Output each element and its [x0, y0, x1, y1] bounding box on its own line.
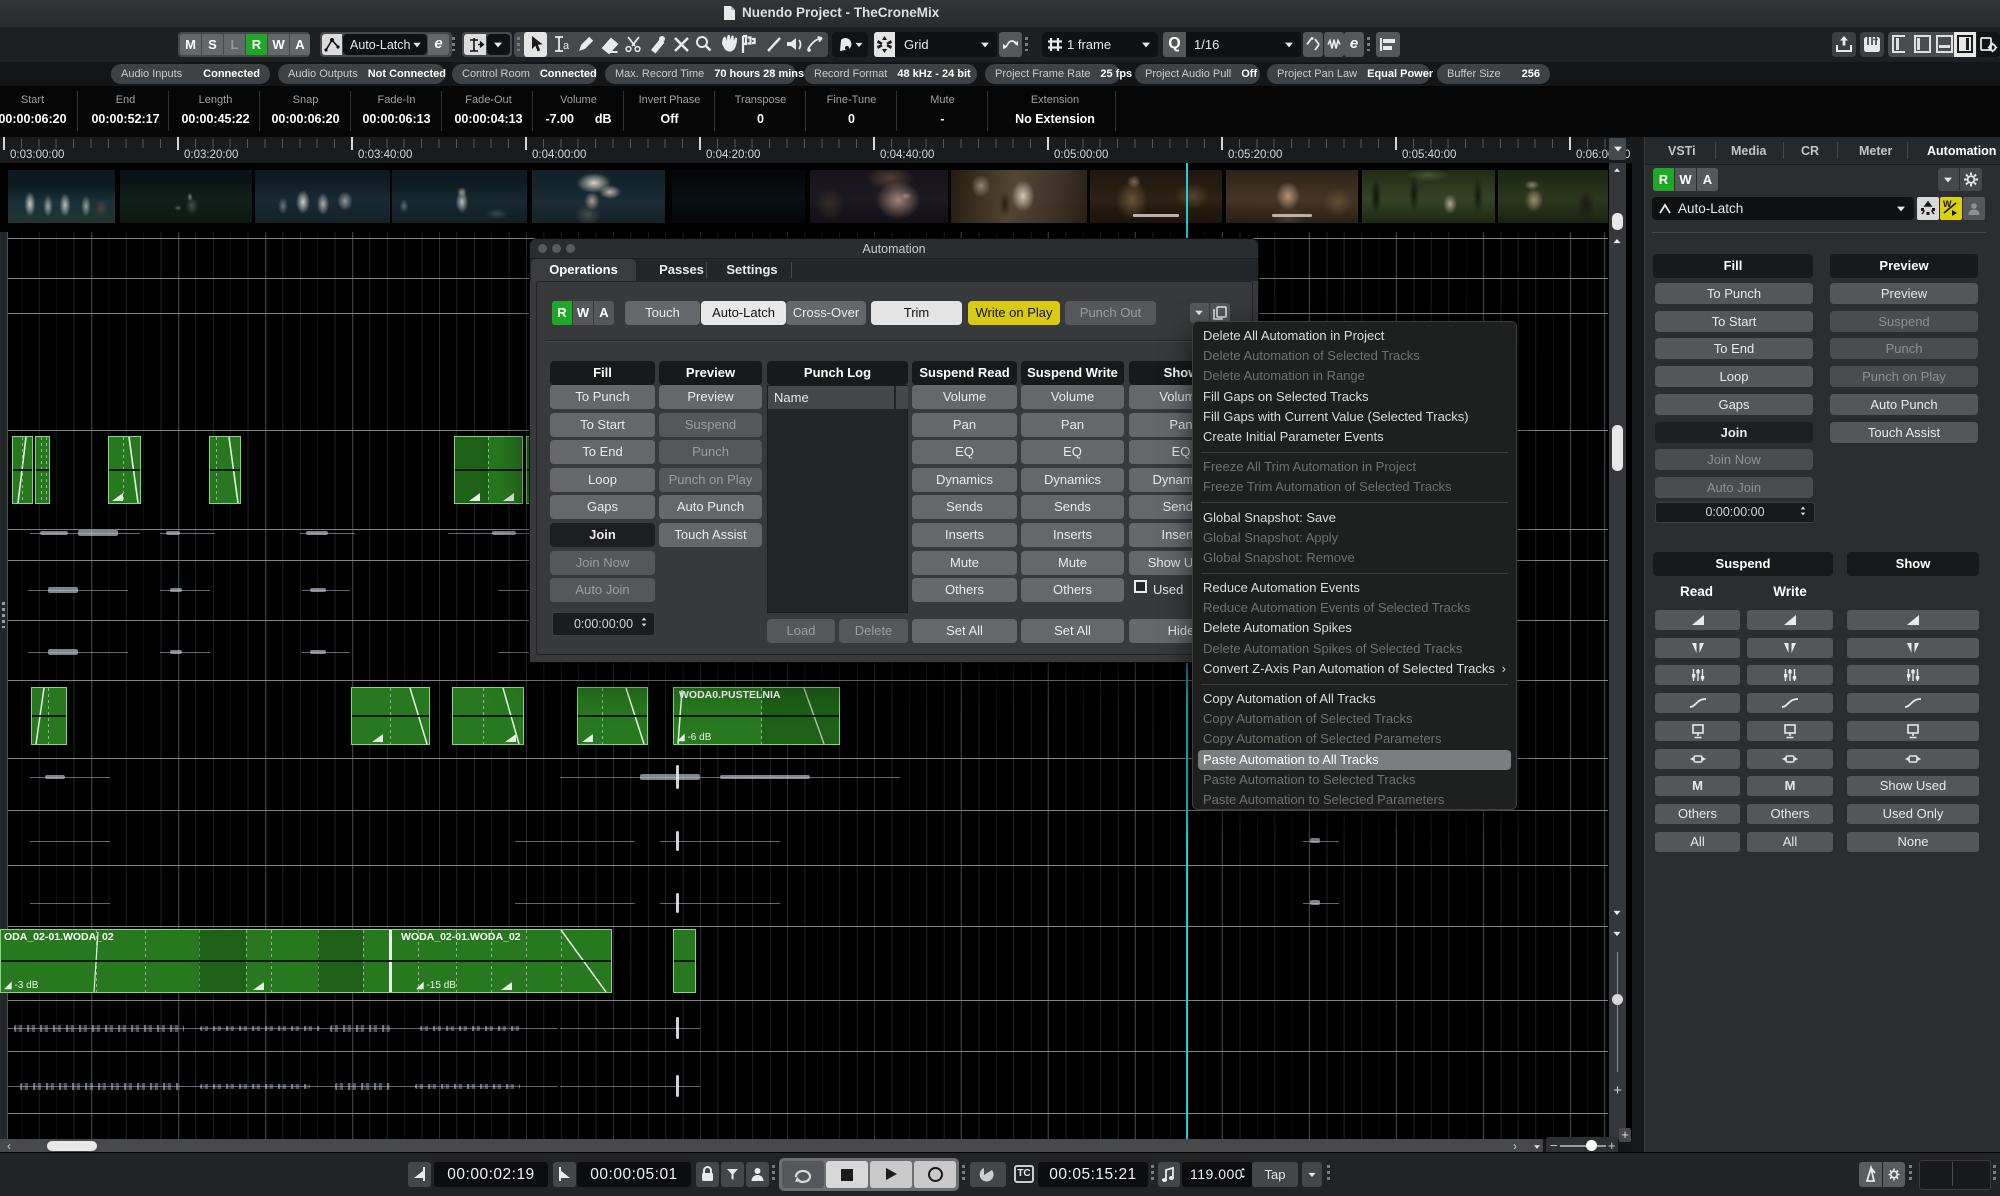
svg-text:a: a	[563, 40, 570, 52]
